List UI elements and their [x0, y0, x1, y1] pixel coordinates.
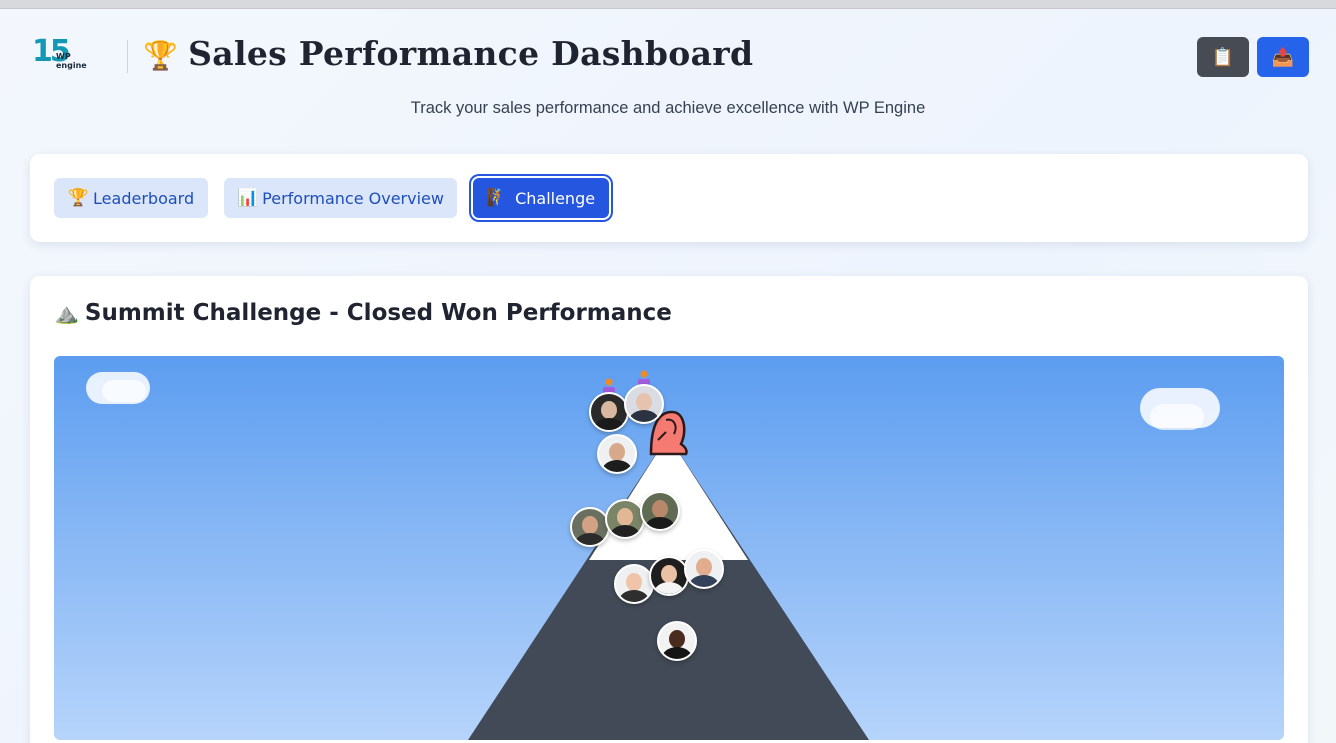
challenge-panel: ⛰️ Summit Challenge - Closed Won Performa…	[30, 276, 1308, 743]
mountain	[468, 410, 869, 740]
rep-avatar[interactable]	[649, 556, 689, 596]
mountain-icon: ⛰️	[54, 301, 79, 325]
clipboard-button[interactable]: 📋	[1197, 37, 1249, 77]
tab-label: Challenge	[515, 188, 596, 208]
export-button[interactable]: 📤	[1257, 37, 1309, 77]
rep-avatar[interactable]	[589, 392, 629, 432]
tab-bar: 🏆 Leaderboard 📊 Performance Overview 🧗 C…	[30, 154, 1308, 242]
rep-avatar[interactable]	[657, 621, 697, 661]
clipboard-icon: 📋	[1211, 46, 1235, 67]
header-divider	[127, 40, 128, 73]
trophy-icon: 🏆	[67, 188, 90, 208]
rep-avatar[interactable]	[624, 384, 664, 424]
page-title-text: Sales Performance Dashboard	[188, 34, 754, 73]
wp-engine-logo: 15 WP engine	[32, 34, 96, 72]
tab-label: Leaderboard	[93, 188, 195, 208]
rep-avatar[interactable]	[684, 549, 724, 589]
logo-text: WP engine	[56, 52, 87, 70]
rep-avatar[interactable]	[597, 434, 637, 474]
rep-avatar[interactable]	[614, 564, 654, 604]
tab-leaderboard[interactable]: 🏆 Leaderboard	[54, 178, 208, 218]
tab-challenge[interactable]: 🧗 Challenge	[473, 178, 609, 218]
rep-avatar[interactable]	[605, 499, 645, 539]
section-title: ⛰️ Summit Challenge - Closed Won Performa…	[54, 300, 672, 326]
trophy-icon: 🏆	[143, 39, 179, 72]
export-tray-icon: 📤	[1271, 46, 1295, 67]
page-title: 🏆 Sales Performance Dashboard	[143, 34, 753, 73]
browser-top-edge	[0, 0, 1336, 9]
page-subtitle: Track your sales performance and achieve…	[410, 99, 926, 117]
tab-performance-overview[interactable]: 📊 Performance Overview	[224, 178, 457, 218]
bar-chart-icon: 📊	[237, 188, 259, 208]
summit-scene	[54, 356, 1284, 740]
climber-icon: 🧗	[486, 188, 509, 208]
rep-avatar[interactable]	[640, 491, 680, 531]
rep-avatar[interactable]	[570, 507, 610, 547]
tab-label: Performance Overview	[262, 188, 444, 208]
section-title-text: Summit Challenge - Closed Won Performanc…	[84, 300, 672, 326]
